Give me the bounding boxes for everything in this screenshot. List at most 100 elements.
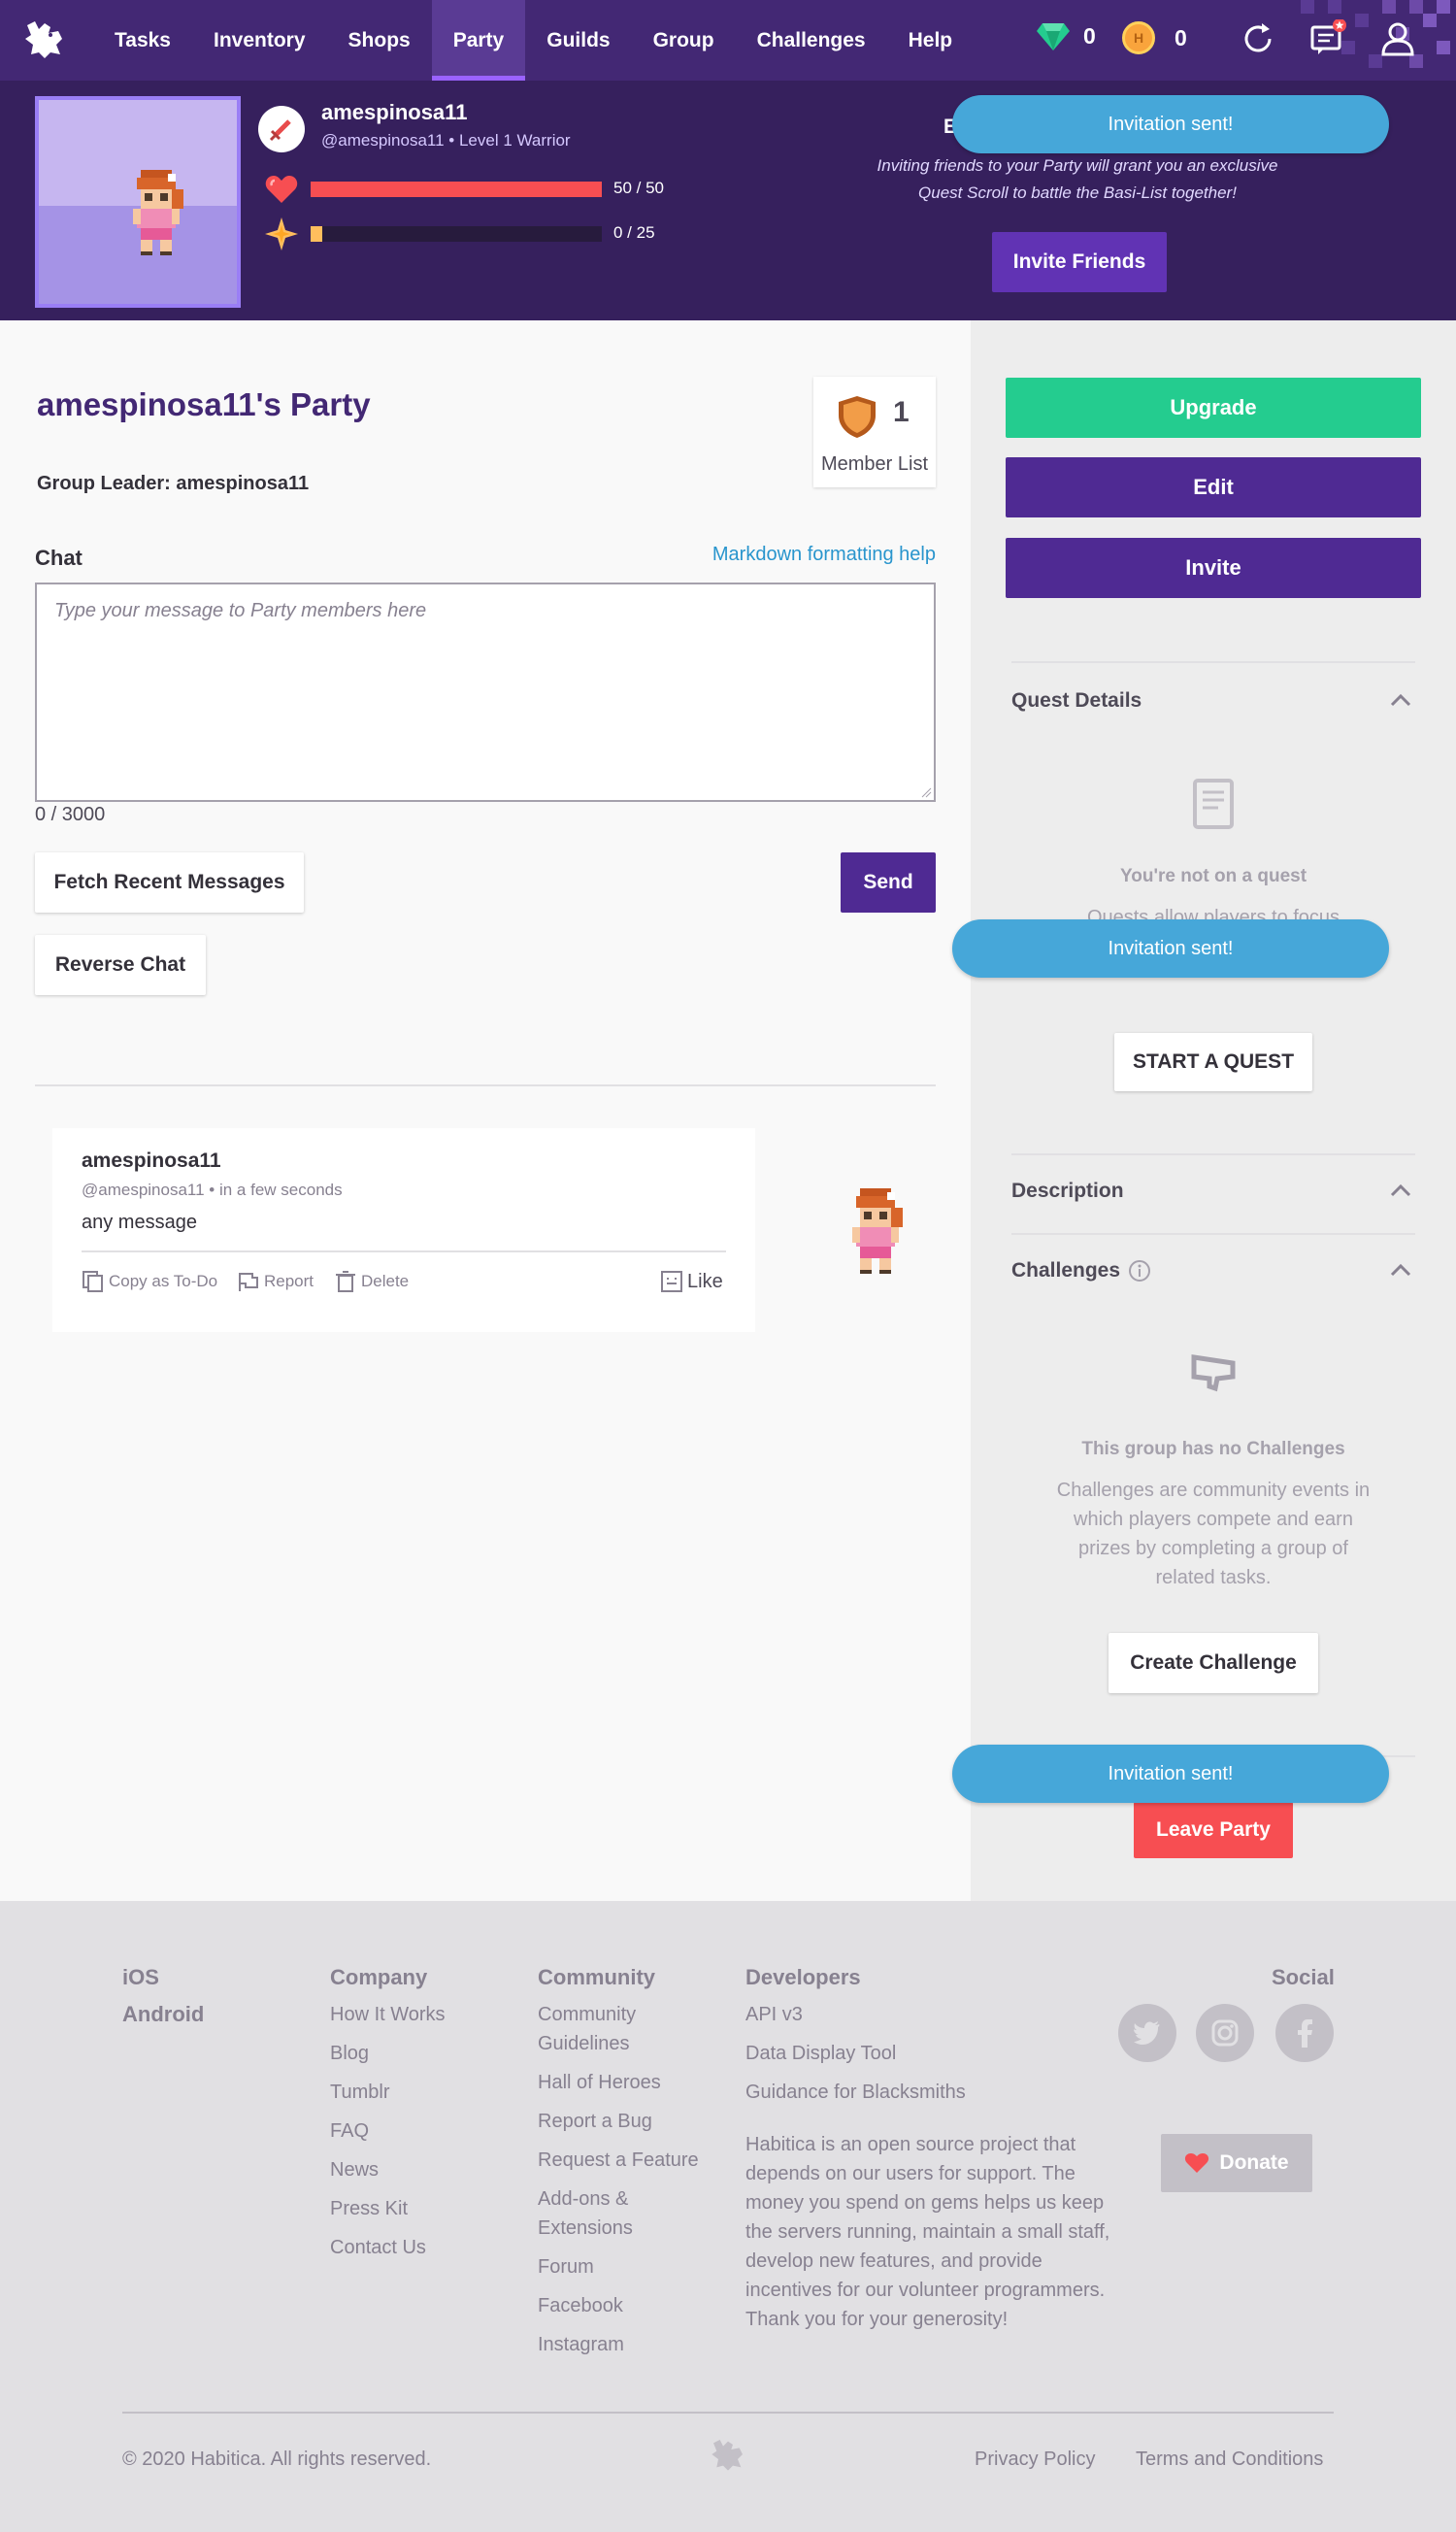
fetch-recent-messages-button[interactable]: Fetch Recent Messages — [35, 852, 304, 913]
challenges-title[interactable]: Challenges — [1011, 1259, 1151, 1283]
invitation-toast[interactable]: Invitation sent! — [952, 919, 1389, 978]
edit-button[interactable]: Edit — [1006, 457, 1421, 517]
member-list-label[interactable]: Member List — [813, 450, 936, 478]
gem-icon — [1037, 23, 1070, 50]
challenges-empty-body: Challenges are community events in which… — [1056, 1480, 1371, 1588]
description-title[interactable]: Description — [1011, 1180, 1124, 1203]
footer-link[interactable]: Forum — [538, 2252, 712, 2282]
chat-divider — [35, 1084, 936, 1086]
quest-details-title[interactable]: Quest Details — [1011, 689, 1142, 713]
trash-icon — [336, 1271, 355, 1292]
health-bar-fill — [311, 182, 602, 197]
nav-party[interactable]: Party — [431, 0, 526, 81]
footer-link[interactable]: Report a Bug — [538, 2107, 712, 2136]
copy-as-todo-button[interactable]: Copy as To-Do — [82, 1270, 217, 1293]
info-icon[interactable] — [1128, 1259, 1151, 1283]
like-smiley-icon — [661, 1271, 682, 1292]
footer-link[interactable]: Hall of Heroes — [538, 2068, 712, 2097]
message-text: any message — [82, 1212, 197, 1233]
party-sidebar: Upgrade Edit Invite Quest Details You're… — [971, 320, 1456, 1901]
send-button[interactable]: Send — [841, 852, 936, 913]
upgrade-button[interactable]: Upgrade — [1006, 378, 1421, 438]
privacy-policy-link[interactable]: Privacy Policy — [975, 2449, 1095, 2471]
chevron-up-icon[interactable] — [1390, 693, 1411, 707]
donate-button[interactable]: Donate — [1161, 2134, 1312, 2192]
nav-tasks[interactable]: Tasks — [93, 0, 192, 81]
notifications-icon[interactable] — [1308, 19, 1347, 58]
footer-link[interactable]: Data Display Tool — [745, 2039, 966, 2068]
gem-counter[interactable]: 0 — [1037, 21, 1096, 50]
delete-button[interactable]: Delete — [334, 1270, 409, 1293]
footer-link[interactable]: Press Kit — [330, 2194, 446, 2223]
profile-handle-level: @amespinosa11 • Level 1 Warrior — [321, 131, 571, 150]
instagram-icon[interactable] — [1196, 2004, 1254, 2062]
section-divider — [1011, 661, 1415, 663]
message-username[interactable]: amespinosa11 — [82, 1149, 221, 1173]
start-quest-button[interactable]: START A QUEST — [1114, 1033, 1312, 1091]
megaphone-icon — [1191, 1354, 1236, 1392]
pixel-pattern-decoration — [1301, 0, 1450, 68]
footer-link[interactable]: Tumblr — [330, 2078, 446, 2107]
party-main: amespinosa11's Party Group Leader: amesp… — [0, 320, 971, 1901]
chevron-up-icon[interactable] — [1390, 1183, 1411, 1197]
footer-link[interactable]: Guidance for Blacksmiths — [745, 2078, 966, 2107]
nav-guilds[interactable]: Guilds — [525, 0, 631, 81]
invite-button[interactable]: Invite — [1006, 538, 1421, 598]
member-list-card[interactable]: 1 Member List — [813, 377, 936, 487]
avatar[interactable] — [35, 96, 241, 308]
copy-icon — [83, 1271, 103, 1292]
footer-ios-link[interactable]: iOS — [122, 1965, 204, 1990]
message-divider — [82, 1250, 726, 1252]
leave-party-button[interactable]: Leave Party — [1134, 1802, 1293, 1858]
footer-link[interactable]: Facebook — [538, 2291, 712, 2320]
sync-icon[interactable] — [1239, 19, 1277, 58]
footer-link[interactable]: Add-ons & Extensions — [538, 2184, 712, 2243]
footer-link[interactable]: Community Guidelines — [538, 2000, 712, 2058]
chat-label: Chat — [35, 546, 83, 570]
heart-icon — [1185, 2153, 1209, 2173]
user-icon[interactable] — [1378, 19, 1417, 58]
reverse-chat-button[interactable]: Reverse Chat — [35, 935, 206, 995]
nav-help[interactable]: Help — [887, 0, 975, 81]
footer-link[interactable]: Blog — [330, 2039, 446, 2068]
invitation-toast[interactable]: Invitation sent! — [952, 95, 1389, 153]
nav-shops[interactable]: Shops — [327, 0, 432, 81]
nav-challenges[interactable]: Challenges — [736, 0, 887, 81]
footer-company: Company How It Works Blog Tumblr FAQ New… — [330, 1965, 446, 2272]
footer-link[interactable]: How It Works — [330, 2000, 446, 2029]
markdown-help-link[interactable]: Markdown formatting help — [712, 544, 936, 566]
footer-developers-title: Developers — [745, 1965, 861, 1989]
gold-coin-icon: H — [1122, 21, 1155, 54]
footer-android-link[interactable]: Android — [122, 2002, 204, 2027]
footer-link[interactable]: Instagram — [538, 2330, 712, 2359]
habitica-logo-icon[interactable] — [21, 16, 68, 62]
create-challenge-button[interactable]: Create Challenge — [1109, 1633, 1318, 1693]
chevron-up-icon[interactable] — [1390, 1263, 1411, 1277]
report-button[interactable]: Report — [237, 1270, 314, 1293]
resize-handle-icon[interactable] — [920, 786, 932, 798]
challenges-title-label: Challenges — [1011, 1259, 1121, 1282]
footer-link[interactable]: API v3 — [745, 2000, 966, 2029]
footer-link[interactable]: Contact Us — [330, 2233, 446, 2262]
footer-link[interactable]: News — [330, 2155, 446, 2184]
group-leader-name[interactable]: amespinosa11 — [176, 473, 309, 494]
nav-group[interactable]: Group — [632, 0, 736, 81]
like-button[interactable]: Like — [660, 1270, 723, 1293]
footer-link[interactable]: Request a Feature — [538, 2146, 712, 2175]
footer: iOS Android Company How It Works Blog Tu… — [0, 1901, 1456, 2532]
nav-menu: Tasks Inventory Shops Party Guilds Group… — [93, 0, 974, 81]
facebook-icon[interactable] — [1275, 2004, 1334, 2062]
invite-friends-button[interactable]: Invite Friends — [992, 232, 1167, 292]
group-leader: Group Leader: amespinosa11 — [37, 473, 309, 495]
experience-label: 0 / 25 — [613, 223, 655, 242]
footer-community-title: Community — [538, 1965, 655, 1989]
twitter-icon[interactable] — [1118, 2004, 1176, 2062]
gold-counter[interactable]: H 0 — [1122, 21, 1187, 54]
chat-input[interactable]: Type your message to Party members here — [35, 583, 936, 802]
nav-inventory[interactable]: Inventory — [192, 0, 327, 81]
section-divider — [1011, 1233, 1415, 1235]
footer-link[interactable]: FAQ — [330, 2116, 446, 2146]
terms-link[interactable]: Terms and Conditions — [1136, 2449, 1323, 2471]
quest-empty-title: You're not on a quest — [1119, 866, 1307, 886]
invitation-toast[interactable]: Invitation sent! — [952, 1745, 1389, 1803]
